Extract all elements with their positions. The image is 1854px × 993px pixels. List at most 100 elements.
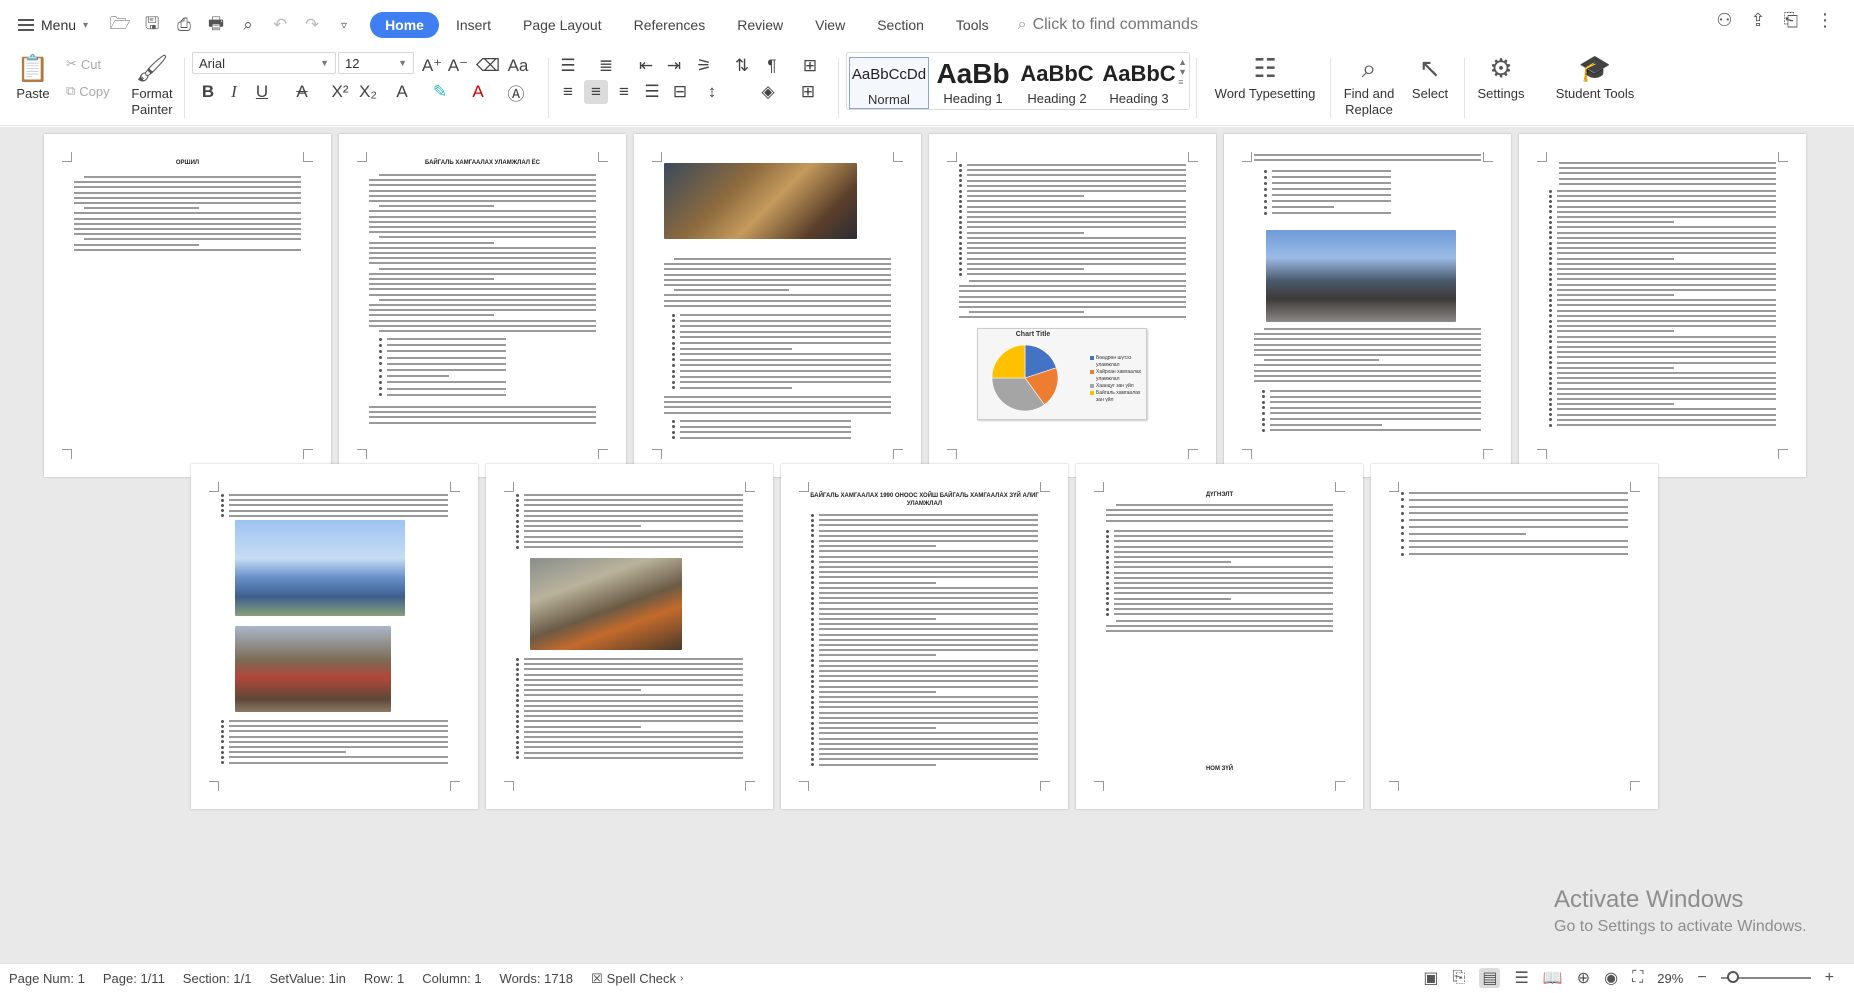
status-page[interactable]: Page: 1/11: [103, 971, 165, 986]
share-icon[interactable]: ⇪: [1751, 10, 1766, 31]
styles-scroll-icon[interactable]: ▲ ▼ ≡: [1178, 57, 1187, 87]
settings-button[interactable]: ⚙ Settings: [1470, 50, 1532, 102]
select-button[interactable]: ↖ Select: [1404, 50, 1456, 102]
document-page[interactable]: ДҮГНЭЛТ НОМ ЗҮЙ: [1076, 464, 1363, 809]
add-user-icon[interactable]: ⚇: [1716, 10, 1732, 31]
document-page[interactable]: БАЙГАЛЬ ХАМГААЛАХ 1990 ОНООС ХОЙШ БАЙГАЛ…: [781, 464, 1068, 809]
tab-tools[interactable]: Tools: [941, 12, 1004, 38]
document-page[interactable]: [191, 464, 478, 809]
align-center-icon[interactable]: ≡: [584, 80, 608, 104]
zoom-slider[interactable]: [1720, 971, 1811, 983]
eye-protection-icon[interactable]: ◉: [1604, 968, 1618, 988]
style-heading-2[interactable]: AaBbC Heading 2: [1017, 57, 1097, 109]
open-folder-icon[interactable]: 🗁: [106, 11, 134, 39]
shading-icon[interactable]: ◈: [756, 80, 780, 104]
font-name-select[interactable]: Arial ▼: [192, 52, 336, 74]
tab-insert[interactable]: Insert: [441, 12, 506, 38]
highlight-icon[interactable]: ✎: [428, 80, 452, 104]
word-typesetting-button[interactable]: ☷ Word Typesetting: [1206, 50, 1324, 102]
cut-button[interactable]: ✂ Cut: [66, 56, 101, 72]
paste-button[interactable]: 📋 Paste: [12, 50, 54, 102]
superscript-icon[interactable]: X²: [328, 80, 352, 104]
tab-section[interactable]: Section: [862, 12, 939, 38]
justify-icon[interactable]: ☰: [640, 80, 664, 104]
font-color-icon[interactable]: A: [466, 80, 490, 104]
command-search-input[interactable]: [1032, 16, 1213, 34]
status-words[interactable]: Words: 1718: [500, 971, 573, 986]
format-painter-button[interactable]: 🖌 Format Painter: [124, 50, 180, 118]
align-left-icon[interactable]: ≡: [556, 80, 580, 104]
shrink-font-icon[interactable]: A⁻: [446, 54, 470, 78]
tab-references[interactable]: References: [619, 12, 721, 38]
divider: [1196, 58, 1197, 118]
tab-view[interactable]: View: [800, 12, 860, 38]
distribute-icon[interactable]: ⊟: [668, 80, 692, 104]
outline-view-icon[interactable]: ☰: [1514, 968, 1528, 988]
print-preview-icon[interactable]: ⌕: [234, 11, 262, 39]
bold-icon[interactable]: B: [196, 80, 220, 104]
document-page[interactable]: ОРШИЛ: [44, 134, 331, 477]
student-tools-button[interactable]: 🎓 Student Tools: [1540, 50, 1650, 102]
underline-icon[interactable]: U: [250, 80, 274, 104]
zoom-slider-knob[interactable]: [1726, 971, 1739, 983]
command-search[interactable]: ⌕: [1018, 16, 1228, 34]
decrease-indent-icon[interactable]: ⇤: [634, 54, 658, 78]
sort-icon[interactable]: ⇅: [730, 54, 754, 78]
document-canvas[interactable]: ОРШИЛ БАЙГАЛЬ ХАМГААЛАХ УЛАМЖЛАЛ ЁС Chart …: [0, 127, 1854, 963]
protect-icon[interactable]: ⎘: [1453, 969, 1466, 987]
reading-mode-icon[interactable]: ▣: [1423, 968, 1438, 988]
find-replace-button[interactable]: ⌕ Find and Replace: [1338, 50, 1400, 118]
more-icon[interactable]: ⋮: [1816, 10, 1834, 31]
tab-home[interactable]: Home: [370, 12, 439, 38]
document-page[interactable]: [1224, 134, 1511, 477]
copy-button[interactable]: ⧉ Copy: [66, 83, 110, 99]
print-icon[interactable]: 🖶: [202, 11, 230, 39]
clear-format-icon[interactable]: ⌫: [476, 54, 500, 78]
document-page[interactable]: [1519, 134, 1806, 477]
strikethrough-icon[interactable]: A: [290, 80, 314, 104]
tab-page-layout[interactable]: Page Layout: [508, 12, 617, 38]
bullet-dot: [672, 341, 675, 345]
show-marks-icon[interactable]: ¶: [760, 54, 784, 78]
document-page[interactable]: [634, 134, 921, 477]
zoom-in-icon[interactable]: +: [1825, 969, 1834, 987]
fit-page-icon[interactable]: ⛶: [1632, 969, 1643, 987]
zoom-out-icon[interactable]: −: [1697, 969, 1706, 987]
redo-icon[interactable]: ↷: [298, 11, 326, 39]
change-case-icon[interactable]: Aa: [506, 54, 530, 78]
chinese-layout-icon[interactable]: ⚞: [692, 54, 716, 78]
numbered-list-icon[interactable]: ≣: [594, 54, 618, 78]
character-border-icon[interactable]: Ⓐ: [504, 80, 528, 104]
increase-indent-icon[interactable]: ⇥: [662, 54, 686, 78]
undo-icon[interactable]: ↶: [266, 11, 294, 39]
status-page-num[interactable]: Page Num: 1: [9, 971, 85, 986]
borders-icon[interactable]: ⊞: [796, 80, 820, 104]
customize-toolbar-icon[interactable]: ▿: [330, 11, 358, 39]
text-effects-icon[interactable]: A: [390, 80, 414, 104]
bullet-list-icon[interactable]: ☰: [556, 54, 580, 78]
document-page[interactable]: Chart Title Бөөдрөн шүтээ уламжлал Хайрхан…: [929, 134, 1216, 477]
menu-button[interactable]: Menu ▾: [0, 8, 98, 42]
spell-check-button[interactable]: ☒ Spell Check ›: [591, 971, 683, 987]
italic-icon[interactable]: I: [222, 80, 246, 104]
document-page[interactable]: [1371, 464, 1658, 809]
subscript-icon[interactable]: X₂: [356, 80, 380, 104]
web-view-icon[interactable]: ⊕: [1577, 968, 1590, 988]
font-size-select[interactable]: 12 ▼: [338, 52, 414, 74]
export-pdf-icon[interactable]: ⎙: [170, 11, 198, 39]
zoom-level[interactable]: 29%: [1657, 971, 1683, 986]
document-page[interactable]: БАЙГАЛЬ ХАМГААЛАХ УЛАМЖЛАЛ ЁС: [339, 134, 626, 477]
tab-review[interactable]: Review: [722, 12, 798, 38]
upload-icon[interactable]: ⎗: [1784, 10, 1798, 31]
align-right-icon[interactable]: ≡: [612, 80, 636, 104]
document-page[interactable]: [486, 464, 773, 809]
book-view-icon[interactable]: 📖: [1543, 968, 1563, 988]
grow-font-icon[interactable]: A⁺: [420, 54, 444, 78]
tab-stops-icon[interactable]: ⊞: [798, 54, 822, 78]
page-view-icon[interactable]: ▤: [1479, 968, 1501, 988]
style-heading-1[interactable]: AaBb Heading 1: [933, 57, 1013, 109]
line-spacing-icon[interactable]: ↕: [700, 80, 724, 104]
style-normal[interactable]: AaBbCcDd Normal: [849, 57, 929, 109]
style-heading-3[interactable]: AaBbC Heading 3: [1099, 57, 1179, 109]
save-icon[interactable]: 🖫: [138, 11, 166, 39]
